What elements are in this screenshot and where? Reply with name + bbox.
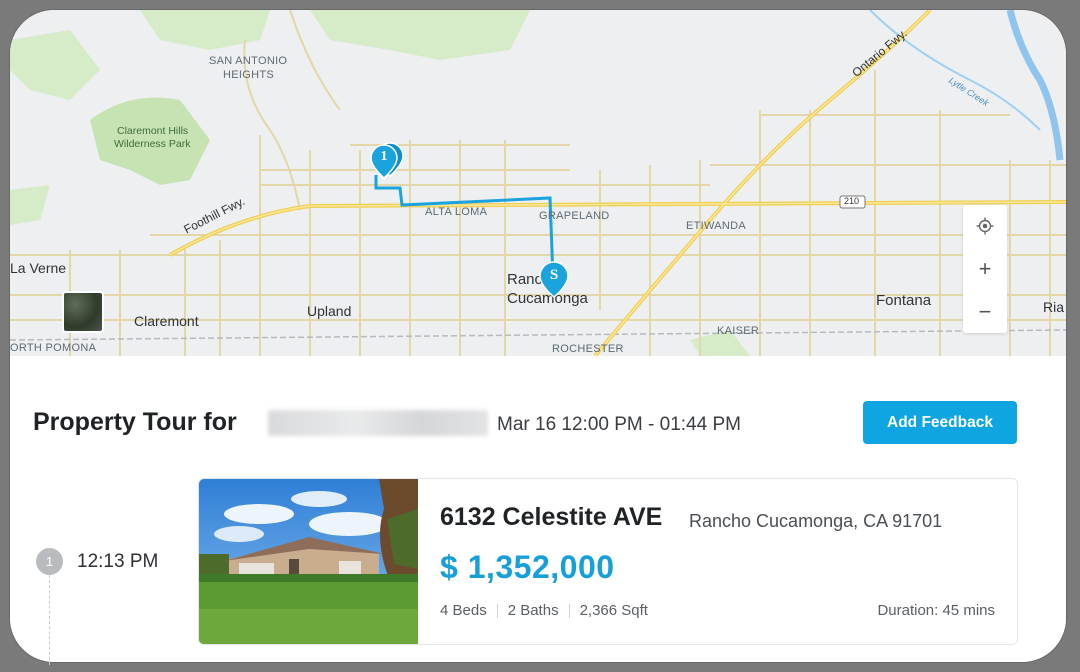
route-map[interactable]: SAN ANTONIO HEIGHTS Claremont Hills Wild…: [10, 10, 1066, 356]
marker-label: S: [549, 267, 559, 283]
map-label: KAISER: [717, 325, 760, 337]
map-label: ALTA LOMA: [425, 206, 488, 218]
divider: [568, 603, 570, 618]
map-label: GRAPELAND: [539, 210, 610, 222]
visit-duration: Duration: 45 mins: [877, 602, 995, 619]
map-label: La Verne: [10, 260, 67, 276]
map-label: SAN ANTONIO: [209, 55, 288, 67]
map-label: Upland: [307, 303, 352, 319]
tour-time-range: Mar 16 12:00 PM - 01:44 PM: [497, 414, 741, 435]
map-label: Ria: [1043, 299, 1065, 315]
property-card[interactable]: 6132 Celestite AVE Rancho Cucamonga, CA …: [198, 478, 1018, 645]
map-label: ETIWANDA: [686, 220, 747, 232]
stop-time: 12:13 PM: [77, 551, 159, 572]
map-label: Claremont: [134, 313, 199, 329]
property-price: $ 1,352,000: [440, 549, 615, 585]
locate-icon: [976, 217, 994, 235]
add-feedback-button[interactable]: Add Feedback: [863, 401, 1017, 444]
property-specs: 4 Beds 2 Baths 2,366 Sqft: [440, 602, 648, 619]
map-marker-start[interactable]: S: [538, 260, 570, 305]
property-address[interactable]: 6132 Celestite AVE: [440, 503, 662, 532]
client-name-redacted: [268, 410, 488, 436]
route-210-shield: 210: [844, 196, 860, 206]
map-label: Fontana: [876, 292, 932, 309]
map-label: ROCHESTER: [552, 343, 624, 355]
marker-label: 1: [380, 149, 388, 164]
map-label: ORTH POMONA: [10, 342, 97, 354]
property-city: Rancho Cucamonga, CA 91701: [689, 511, 943, 531]
tour-title: Property Tour for: [33, 408, 237, 436]
map-label: Claremont Hills: [117, 125, 189, 137]
property-photo[interactable]: [199, 479, 418, 644]
sqft-value: 2,366 Sqft: [579, 602, 648, 619]
timeline-connector: [49, 575, 50, 665]
map-marker-stop[interactable]: 1: [370, 141, 404, 186]
stop-number-badge: 1: [36, 548, 63, 575]
map-label: Wilderness Park: [114, 138, 191, 150]
map-controls: + −: [963, 205, 1007, 333]
house-photo-image: [199, 479, 418, 644]
baths-count: 2 Baths: [507, 602, 559, 619]
map-label: HEIGHTS: [223, 69, 274, 81]
divider: [496, 603, 498, 618]
satellite-toggle[interactable]: [62, 291, 104, 333]
locate-button[interactable]: [963, 205, 1007, 247]
zoom-in-button[interactable]: +: [963, 248, 1007, 290]
zoom-out-button[interactable]: −: [963, 291, 1007, 333]
beds-count: 4 Beds: [440, 602, 487, 619]
